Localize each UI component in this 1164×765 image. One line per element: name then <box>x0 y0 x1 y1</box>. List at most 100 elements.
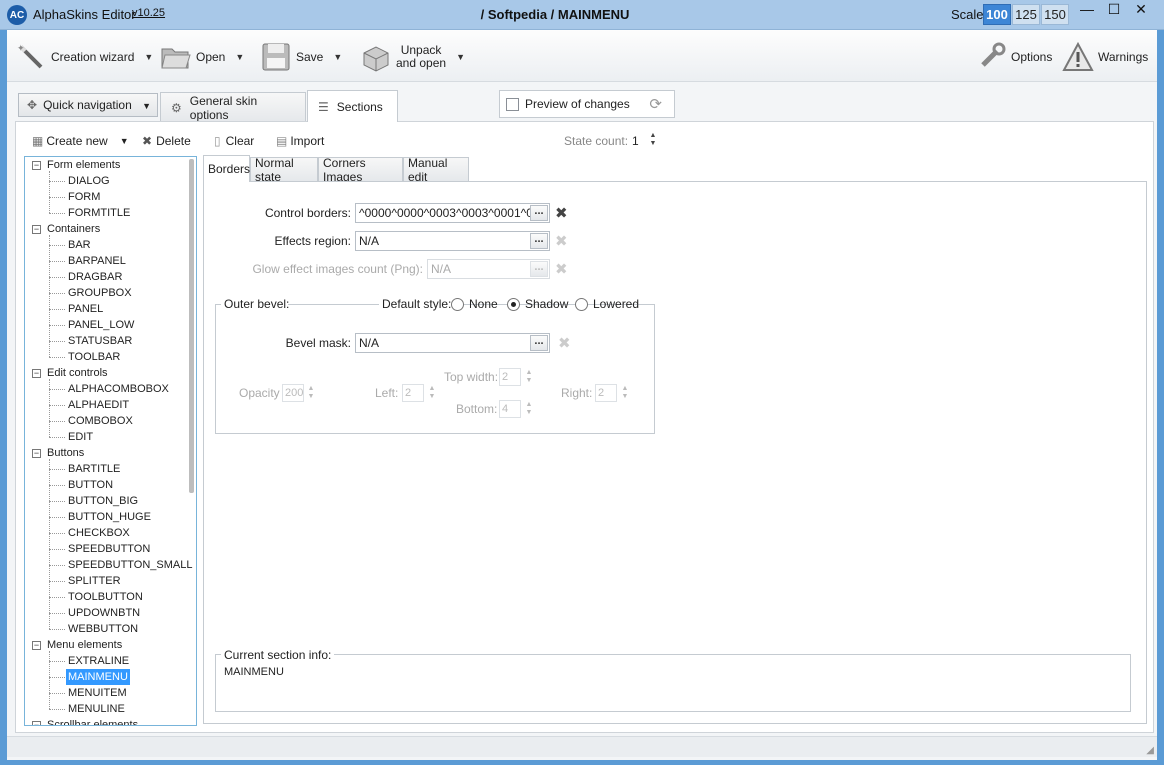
borders-panel: Control borders: ^0000^0000^0003^0003^00… <box>203 181 1147 724</box>
tree-connector <box>49 469 65 470</box>
tab-normal-state[interactable]: Normal state <box>250 156 318 184</box>
collapse-icon[interactable]: − <box>32 225 41 234</box>
style-none-radio[interactable]: None <box>451 297 498 311</box>
spin-down-icon: ▼ <box>428 393 436 400</box>
tree-item-label: BUTTON_BIG <box>68 495 139 507</box>
spin-up-icon[interactable]: ▲ <box>648 132 658 140</box>
radio-icon <box>451 297 464 311</box>
tree-scrollbar-thumb[interactable] <box>189 159 194 493</box>
tree-connector <box>49 171 50 213</box>
spin-down-icon: ▼ <box>525 377 533 384</box>
options-button[interactable]: Options <box>975 38 1052 76</box>
creation-wizard-label: Creation wizard <box>51 50 135 64</box>
right-label: Right: <box>561 386 593 400</box>
close-window-button[interactable]: ✕ <box>1128 0 1154 20</box>
tree-connector <box>49 485 65 486</box>
tree-connector <box>49 517 65 518</box>
save-button[interactable]: Save ▼ <box>260 38 342 76</box>
chevron-down-icon[interactable]: ▼ <box>120 136 129 146</box>
collapse-icon[interactable]: − <box>32 641 41 650</box>
bevel-mask-field[interactable]: N/A <box>355 333 550 353</box>
bevel-mask-browse-button[interactable]: ... <box>530 335 548 351</box>
tree-item-label: ALPHAEDIT <box>68 399 130 411</box>
tab-sections[interactable]: ☰ Sections <box>307 90 398 122</box>
quick-navigation-dropdown[interactable]: ✥ Quick navigation ▼ <box>18 93 158 117</box>
spin-down-icon[interactable]: ▼ <box>648 140 658 148</box>
delete-button[interactable]: ✖ Delete <box>142 132 191 150</box>
open-button[interactable]: Open ▼ <box>160 38 244 76</box>
chevron-down-icon[interactable]: ▼ <box>235 52 244 62</box>
preview-checkbox[interactable] <box>506 97 519 111</box>
scale-label: Scale: <box>951 7 988 22</box>
tab-corners-images[interactable]: Corners Images <box>318 156 403 184</box>
creation-wizard-button[interactable]: ✦ Creation wizard ▼ <box>15 38 153 76</box>
section-info-title: Current section info: <box>221 648 335 662</box>
tree-connector <box>49 213 65 214</box>
maximize-button[interactable]: ☐ <box>1101 0 1127 20</box>
collapse-icon[interactable]: − <box>32 721 41 725</box>
tree-item-label: PANEL <box>68 303 104 315</box>
resize-grip-icon[interactable]: ◢ <box>1146 745 1154 756</box>
clear-label: Clear <box>225 134 255 148</box>
chevron-down-icon[interactable]: ▼ <box>456 52 465 62</box>
outer-bevel-title: Outer bevel: <box>221 297 293 311</box>
scale-150-button[interactable]: 150 <box>1041 4 1069 25</box>
create-new-button[interactable]: ▦ Create new ▼ <box>32 132 129 150</box>
state-count-label: State count: <box>564 134 629 148</box>
tree-item-label: DIALOG <box>68 175 110 187</box>
effects-region-browse-button[interactable]: ... <box>530 233 548 249</box>
control-borders-clear-icon[interactable]: ✖ <box>555 204 568 222</box>
glow-images-clear-icon: ✖ <box>555 261 568 278</box>
control-borders-field[interactable]: ^0000^0000^0003^0003^0001^0 <box>355 203 550 223</box>
state-count-value[interactable]: 1 <box>632 134 639 148</box>
tree-category-label: Containers <box>47 223 101 235</box>
tree-category-label: Scrollbar elements <box>47 719 139 726</box>
preview-of-changes-toggle[interactable]: Preview of changes ⟳ <box>499 90 675 118</box>
sections-tree[interactable]: − Form elements DIALOG FORM FORMTITLE − Contai… <box>24 156 197 726</box>
spin-up-icon: ▲ <box>621 385 629 392</box>
chevron-down-icon[interactable]: ▼ <box>333 52 342 62</box>
opacity-spinner: ▲ ▼ <box>306 385 316 401</box>
tree-item-label: PANEL_LOW <box>68 319 135 331</box>
collapse-icon[interactable]: − <box>32 161 41 170</box>
tree-item-label: SPEEDBUTTON <box>68 543 151 555</box>
tree-connector <box>49 533 65 534</box>
floppy-disk-icon <box>260 41 292 73</box>
minimize-button[interactable]: — <box>1074 0 1100 20</box>
tab-general-skin-options[interactable]: ⚙ General skin options <box>160 92 306 122</box>
sections-icon: ☰ <box>318 99 329 114</box>
effects-region-label: Effects region: <box>274 234 352 248</box>
top-width-label: Top width: <box>444 370 499 384</box>
main-window: ✦ Creation wizard ▼ Open ▼ Save ▼ Unpack <box>7 30 1157 760</box>
state-count-spinner[interactable]: ▲ ▼ <box>648 132 658 148</box>
style-shadow-radio[interactable]: Shadow <box>507 297 568 311</box>
tab-sections-label: Sections <box>336 99 383 114</box>
tree-connector <box>49 437 65 438</box>
tree-category[interactable]: − Scrollbar elements <box>25 717 190 726</box>
clear-button[interactable]: ▯ Clear <box>214 132 254 150</box>
tree-connector <box>49 661 65 662</box>
chevron-down-icon[interactable]: ▼ <box>144 52 153 62</box>
warnings-button[interactable]: Warnings <box>1062 38 1148 76</box>
tree-item-label: EXTRALINE <box>68 655 130 667</box>
scale-125-button[interactable]: 125 <box>1012 4 1040 25</box>
options-label: Options <box>1011 50 1053 64</box>
refresh-icon[interactable]: ⟳ <box>649 95 662 113</box>
tab-borders[interactable]: Borders <box>203 155 250 182</box>
effects-region-field[interactable]: N/A <box>355 231 550 251</box>
tab-manual-edit[interactable]: Manual edit <box>403 156 469 184</box>
warning-icon <box>1062 41 1094 73</box>
style-lowered-radio[interactable]: Lowered <box>575 297 639 311</box>
right-field: 2 <box>595 384 617 402</box>
scale-100-button[interactable]: 100 <box>983 4 1011 25</box>
tree-connector <box>49 501 65 502</box>
tree-item-label: ALPHACOMBOBOX <box>68 383 169 395</box>
unpack-and-open-button[interactable]: Unpack and open ▼ <box>360 38 465 76</box>
bottom-label: Bottom: <box>456 402 498 416</box>
control-borders-browse-button[interactable]: ... <box>530 205 548 221</box>
collapse-icon[interactable]: − <box>32 369 41 378</box>
collapse-icon[interactable]: − <box>32 449 41 458</box>
import-button[interactable]: ▤ Import <box>276 132 324 150</box>
tree-item-label: WEBBUTTON <box>68 623 139 635</box>
spin-down-icon: ▼ <box>621 393 629 400</box>
